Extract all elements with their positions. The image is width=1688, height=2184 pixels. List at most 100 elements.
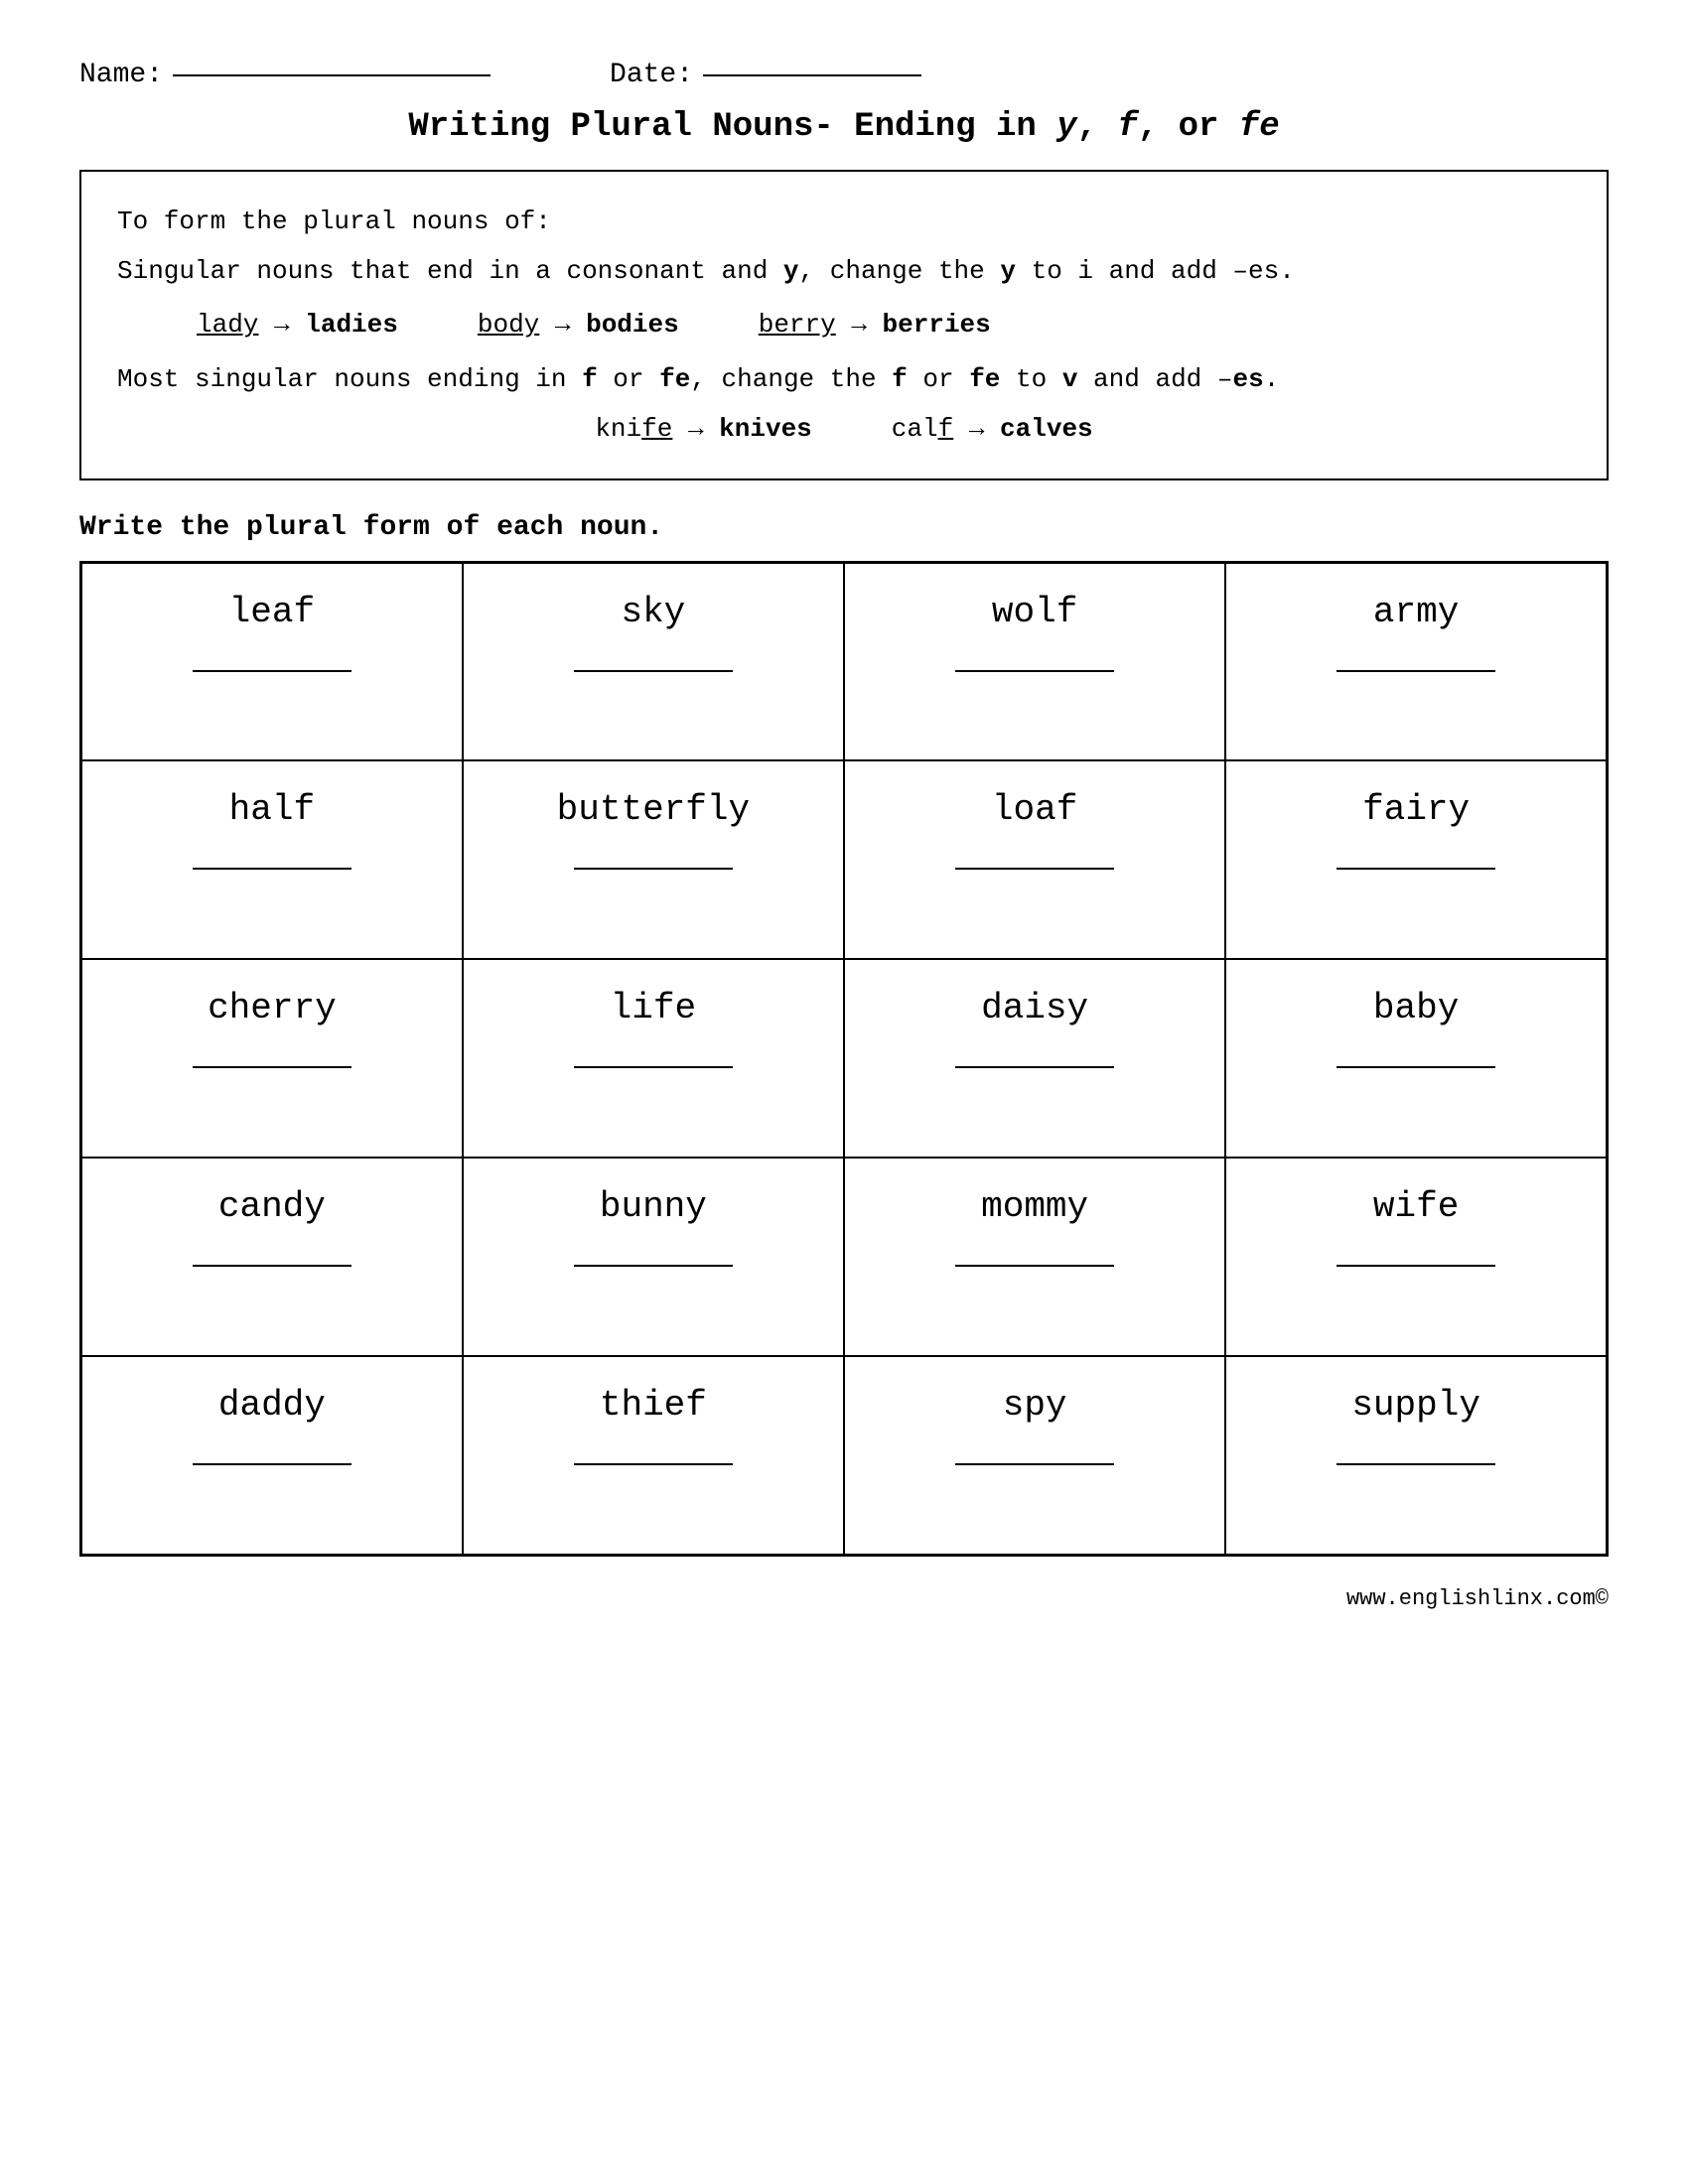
rules-box: To form the plural nouns of: Singular no… <box>79 170 1609 480</box>
table-cell-r0c0: leaf <box>81 562 463 760</box>
cell-word-leaf: leaf <box>229 592 315 632</box>
table-cell-r1c2: loaf <box>844 760 1225 959</box>
cell-content: thief <box>464 1385 843 1465</box>
cell-content: fairy <box>1226 789 1606 870</box>
cell-content: cherry <box>82 988 462 1068</box>
answer-line <box>193 1066 352 1068</box>
example-calf: calf → calves <box>892 407 1093 451</box>
title-y: y <box>1056 108 1076 146</box>
cell-content: sky <box>464 592 843 672</box>
cell-content: life <box>464 988 843 1068</box>
cell-word-wife: wife <box>1373 1186 1459 1227</box>
cell-word-baby: baby <box>1373 988 1459 1028</box>
cell-content: wolf <box>845 592 1224 672</box>
name-label: Name: <box>79 60 163 90</box>
cell-content: daisy <box>845 988 1224 1068</box>
cell-content: leaf <box>82 592 462 672</box>
title-comma2: , or <box>1138 108 1239 146</box>
instruction-text: Write the plural form of each noun. <box>79 512 1609 543</box>
noun-table: leaf sky wolf army half butterfly loaf fairy che… <box>79 561 1609 1557</box>
table-cell-r3c3: wife <box>1225 1158 1607 1356</box>
answer-line <box>1336 1066 1495 1068</box>
table-cell-r0c3: army <box>1225 562 1607 760</box>
cell-content: spy <box>845 1385 1224 1465</box>
date-field: Date: <box>610 60 921 90</box>
answer-line <box>193 670 352 672</box>
answer-line <box>574 1463 733 1465</box>
cell-content: butterfly <box>464 789 843 870</box>
cell-word-army: army <box>1373 592 1459 632</box>
rules-examples-f: knife → knives calf → calves <box>117 407 1571 451</box>
cell-word-butterfly: butterfly <box>557 789 750 830</box>
header-section: Name: Date: Writing Plural Nouns- Ending… <box>79 60 1609 146</box>
table-cell-r2c3: baby <box>1225 959 1607 1158</box>
cell-content: baby <box>1226 988 1606 1068</box>
cell-word-spy: spy <box>1003 1385 1067 1426</box>
cell-word-bunny: bunny <box>600 1186 707 1227</box>
answer-line <box>193 1265 352 1267</box>
table-cell-r4c3: supply <box>1225 1356 1607 1555</box>
cell-word-life: life <box>611 988 696 1028</box>
footer-text: www.englishlinx.com© <box>1346 1586 1609 1611</box>
cell-word-candy: candy <box>218 1186 326 1227</box>
answer-line <box>1336 868 1495 870</box>
table-cell-r1c0: half <box>81 760 463 959</box>
table-cell-r2c1: life <box>463 959 844 1158</box>
cell-word-daisy: daisy <box>981 988 1088 1028</box>
cell-content: wife <box>1226 1186 1606 1267</box>
cell-word-daddy: daddy <box>218 1385 326 1426</box>
example-lady: lady → ladies <box>197 303 398 346</box>
date-input-line <box>703 74 921 76</box>
answer-line <box>574 1066 733 1068</box>
table-cell-r4c1: thief <box>463 1356 844 1555</box>
answer-line <box>574 670 733 672</box>
table-cell-r0c1: sky <box>463 562 844 760</box>
rules-line1: To form the plural nouns of: <box>117 200 1571 243</box>
example-knife: knife → knives <box>595 407 811 451</box>
answer-line <box>955 1463 1114 1465</box>
answer-line <box>955 670 1114 672</box>
answer-line <box>955 1066 1114 1068</box>
cell-content: candy <box>82 1186 462 1267</box>
rules-line3: Most singular nouns ending in f or fe, c… <box>117 357 1571 401</box>
cell-content: bunny <box>464 1186 843 1267</box>
cell-word-mommy: mommy <box>981 1186 1088 1227</box>
cell-word-wolf: wolf <box>992 592 1077 632</box>
title-f: f <box>1117 108 1137 146</box>
cell-word-loaf: loaf <box>992 789 1077 830</box>
footer: www.englishlinx.com© <box>79 1586 1609 1611</box>
table-cell-r0c2: wolf <box>844 562 1225 760</box>
date-label: Date: <box>610 60 693 90</box>
rules-examples-y: lady → ladies body → bodies berry → berr… <box>197 303 1571 346</box>
table-cell-r2c2: daisy <box>844 959 1225 1158</box>
answer-line <box>1336 1463 1495 1465</box>
name-date-row: Name: Date: <box>79 60 1609 90</box>
title-fe: fe <box>1239 108 1280 146</box>
title-comma1: , <box>1077 108 1118 146</box>
cell-word-half: half <box>229 789 315 830</box>
cell-content: mommy <box>845 1186 1224 1267</box>
answer-line <box>1336 1265 1495 1267</box>
table-cell-r3c1: bunny <box>463 1158 844 1356</box>
rules-line2: Singular nouns that end in a consonant a… <box>117 249 1571 293</box>
table-cell-r2c0: cherry <box>81 959 463 1158</box>
answer-line <box>193 1463 352 1465</box>
worksheet-title: Writing Plural Nouns- Ending in y, f, or… <box>79 108 1609 146</box>
example-berry: berry → berries <box>759 303 991 346</box>
cell-content: supply <box>1226 1385 1606 1465</box>
cell-content: half <box>82 789 462 870</box>
answer-line <box>955 1265 1114 1267</box>
cell-word-cherry: cherry <box>208 988 337 1028</box>
table-cell-r4c2: spy <box>844 1356 1225 1555</box>
cell-word-thief: thief <box>600 1385 707 1426</box>
cell-word-sky: sky <box>621 592 685 632</box>
answer-line <box>574 868 733 870</box>
table-cell-r1c3: fairy <box>1225 760 1607 959</box>
table-cell-r3c2: mommy <box>844 1158 1225 1356</box>
cell-word-supply: supply <box>1351 1385 1480 1426</box>
cell-content: daddy <box>82 1385 462 1465</box>
name-input-line <box>173 74 491 76</box>
cell-content: loaf <box>845 789 1224 870</box>
answer-line <box>1336 670 1495 672</box>
table-cell-r4c0: daddy <box>81 1356 463 1555</box>
